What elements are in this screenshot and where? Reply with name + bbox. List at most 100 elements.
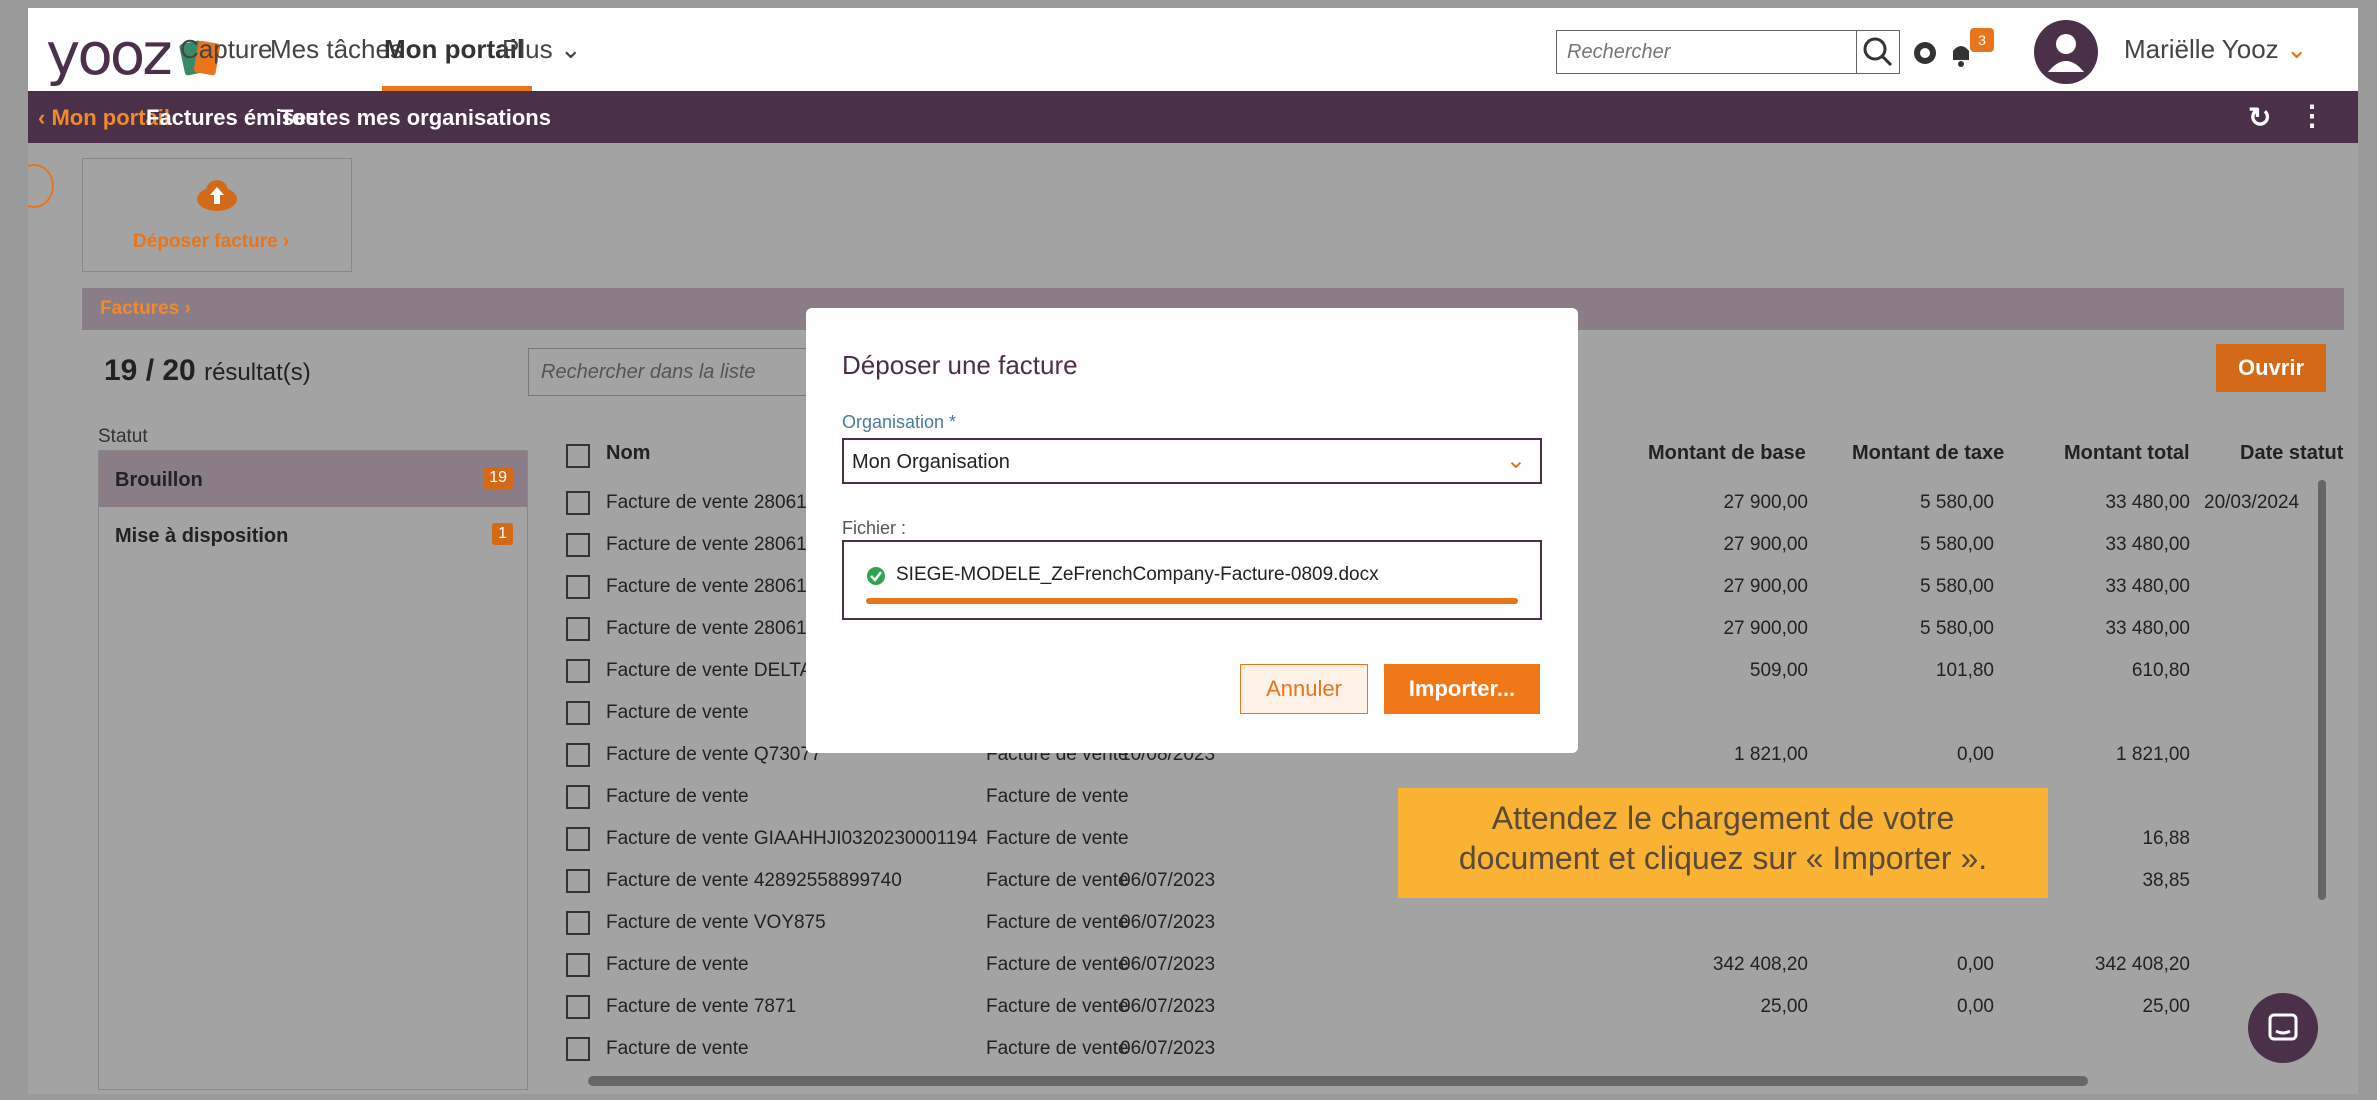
header-date-statut[interactable]: Date statut xyxy=(2240,442,2343,465)
row-checkbox[interactable] xyxy=(566,491,590,515)
cell-total: 1 821,00 xyxy=(2116,744,2190,765)
cell-type: Facture de vente xyxy=(986,954,1129,975)
cell-total: 33 480,00 xyxy=(2105,492,2190,513)
breadcrumb-label: Factures xyxy=(100,298,180,319)
row-checkbox[interactable] xyxy=(566,1037,590,1061)
statut-count: 19 xyxy=(483,467,513,489)
chevron-right-icon: › xyxy=(184,298,191,319)
row-checkbox[interactable] xyxy=(566,575,590,599)
chat-button[interactable] xyxy=(2248,993,2318,1063)
nav-capture[interactable]: Capture xyxy=(180,34,273,65)
row-checkbox[interactable] xyxy=(566,995,590,1019)
cell-total: 610,80 xyxy=(2131,660,2190,681)
statut-label: Statut xyxy=(98,426,148,447)
cell-nom: Facture de vente 42892558899740 xyxy=(606,870,902,891)
organisation-select[interactable]: Mon Organisation ⌄ xyxy=(842,438,1542,484)
row-checkbox[interactable] xyxy=(566,827,590,851)
header-montant-taxe[interactable]: Montant de taxe xyxy=(1852,442,2004,465)
cell-taxe: 0,00 xyxy=(1957,996,1994,1017)
results-suffix: résultat(s) xyxy=(204,359,311,386)
sub-nav: ‹ Mon portail Factures émises Toutes mes… xyxy=(28,91,2358,143)
cell-taxe: 0,00 xyxy=(1957,954,1994,975)
table-row[interactable]: Facture de vente 7871 Facture de vente 06/… xyxy=(546,986,2326,1028)
cell-type: Facture de vente xyxy=(986,870,1129,891)
cell-nom: Facture de vente xyxy=(606,954,749,975)
table-row[interactable]: Facture de vente Facture de vente 06/07/20… xyxy=(546,1028,2326,1070)
nav-plus[interactable]: Plus ⌄ xyxy=(502,34,582,65)
open-button[interactable]: Ouvrir xyxy=(2216,344,2326,392)
row-checkbox[interactable] xyxy=(566,785,590,809)
more-vertical-icon[interactable]: ⋮ xyxy=(2298,99,2326,132)
cell-base: 342 408,20 xyxy=(1712,954,1808,975)
cell-total: 25,00 xyxy=(2142,996,2190,1017)
cancel-button[interactable]: Annuler xyxy=(1240,664,1368,714)
cell-total: 33 480,00 xyxy=(2105,618,2190,639)
cell-total: 33 480,00 xyxy=(2105,576,2190,597)
statut-mise-a-disposition[interactable]: Mise à disposition 1 xyxy=(99,507,527,563)
cell-nom: Facture de vente xyxy=(606,1038,749,1059)
row-checkbox[interactable] xyxy=(566,533,590,557)
header-nom[interactable]: Nom xyxy=(606,442,650,465)
row-checkbox[interactable] xyxy=(566,869,590,893)
nav-mes-taches[interactable]: Mes tâches xyxy=(270,34,403,65)
file-dropzone[interactable]: SIEGE-MODELE_ZeFrenchCompany-Facture-080… xyxy=(842,540,1542,620)
organisation-label: Organisation * xyxy=(842,412,957,432)
row-checkbox[interactable] xyxy=(566,701,590,725)
avatar[interactable] xyxy=(2034,20,2098,84)
refresh-icon[interactable]: ↻ xyxy=(2248,101,2271,134)
row-checkbox[interactable] xyxy=(566,911,590,935)
cell-type: Facture de vente xyxy=(986,786,1129,807)
chevron-left-icon: ‹ xyxy=(38,105,46,130)
cloud-upload-icon xyxy=(197,180,237,211)
cell-base: 27 900,00 xyxy=(1723,492,1808,513)
import-button[interactable]: Importer... xyxy=(1384,664,1540,714)
statut-brouillon[interactable]: Brouillon 19 xyxy=(99,451,527,507)
breadcrumb-factures[interactable]: Factures › xyxy=(100,298,191,320)
gear-icon[interactable] xyxy=(1908,36,1942,70)
row-checkbox[interactable] xyxy=(566,659,590,683)
search-button[interactable] xyxy=(1856,30,1900,74)
top-nav: yooz Capture Mes tâches Mon portail Plus… xyxy=(28,8,2358,91)
statut-name: Brouillon xyxy=(115,469,203,491)
row-checkbox[interactable] xyxy=(566,953,590,977)
cell-base: 509,00 xyxy=(1749,660,1808,681)
cell-nom: Facture de vente xyxy=(606,702,749,723)
select-all-checkbox[interactable] xyxy=(566,444,590,468)
tooltip-line-2: document et cliquez sur « Importer ». xyxy=(1458,840,1988,876)
user-menu[interactable]: Mariëlle Yooz ⌄ xyxy=(2124,34,2308,65)
cell-date: 06/07/2023 xyxy=(1120,1038,1216,1059)
header-montant-base[interactable]: Montant de base xyxy=(1648,442,1806,465)
cell-date: 06/07/2023 xyxy=(1120,954,1216,975)
cell-nom: Facture de vente 7871 xyxy=(606,996,797,1017)
list-search-input[interactable]: Rechercher dans la liste xyxy=(528,348,828,396)
cell-taxe: 5 580,00 xyxy=(1920,534,1994,555)
header-montant-total[interactable]: Montant total xyxy=(2064,442,2190,465)
deposit-card[interactable]: Déposer facture › xyxy=(82,158,352,272)
cell-nom: Facture de vente VOY875 xyxy=(606,912,826,933)
statut-filter: Brouillon 19 Mise à disposition 1 xyxy=(98,450,528,1090)
yooz-logo: yooz xyxy=(46,20,173,88)
check-circle-icon xyxy=(867,567,885,585)
user-name: Mariëlle Yooz xyxy=(2124,34,2279,64)
table-row[interactable]: Facture de vente VOY875 Facture de vente 0… xyxy=(546,902,2326,944)
search-input[interactable]: Rechercher xyxy=(1556,30,1886,74)
row-checkbox[interactable] xyxy=(566,617,590,641)
file-label: Fichier : xyxy=(842,518,907,538)
cell-date: 06/07/2023 xyxy=(1120,870,1216,891)
cell-taxe: 5 580,00 xyxy=(1920,618,1994,639)
cell-type: Facture de vente xyxy=(986,996,1129,1017)
cell-type: Facture de vente xyxy=(986,1038,1129,1059)
cell-total: 342 408,20 xyxy=(2094,954,2190,975)
cell-taxe: 5 580,00 xyxy=(1920,492,1994,513)
notification-badge: 3 xyxy=(1970,28,1994,52)
subnav-organisations[interactable]: Toutes mes organisations xyxy=(280,105,551,131)
cell-type: Facture de vente xyxy=(986,828,1129,849)
horizontal-scrollbar[interactable] xyxy=(588,1076,2088,1086)
vertical-scrollbar[interactable] xyxy=(2318,480,2326,900)
row-checkbox[interactable] xyxy=(566,743,590,767)
cell-nom: Facture de vente Q73077 xyxy=(606,744,822,765)
table-row[interactable]: Facture de vente Facture de vente 06/07/20… xyxy=(546,944,2326,986)
nav-plus-label: Plus xyxy=(502,34,553,64)
modal-title: Déposer une facture xyxy=(842,350,1078,380)
upload-progress xyxy=(866,598,1518,604)
